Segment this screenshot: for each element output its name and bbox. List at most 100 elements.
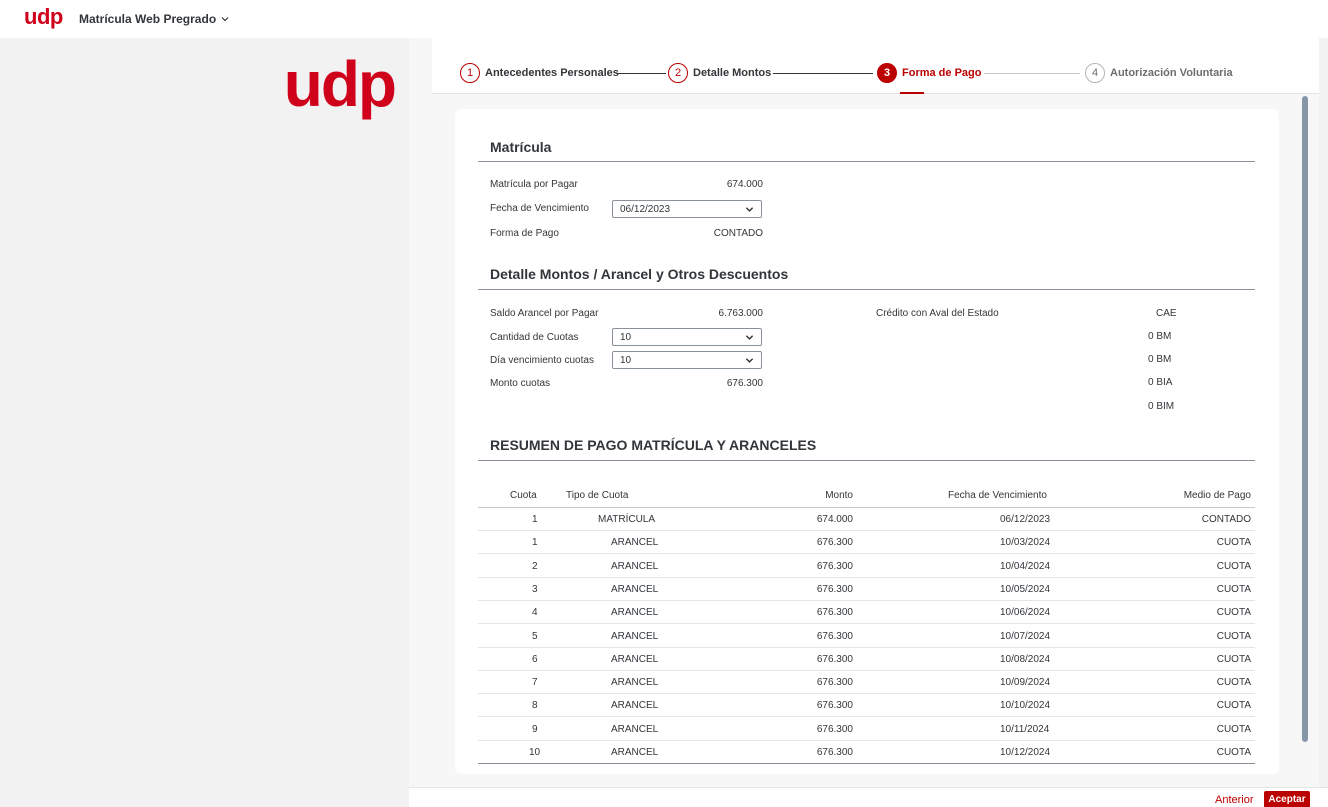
column-header-monto: Monto (825, 490, 853, 501)
step-label: Antecedentes Personales (485, 67, 619, 79)
cell-medio: CUOTA (1216, 607, 1251, 619)
shell-bar: udp Matrícula Web Pregrado (0, 0, 1328, 38)
app-title: Matrícula Web Pregrado (79, 12, 217, 26)
step-antecedentes[interactable]: 1 Antecedentes Personales (460, 63, 619, 83)
cell-fecha: 10/08/2024 (1000, 653, 1051, 665)
cell-tipo: ARANCEL (611, 630, 659, 642)
cell-tipo: ARANCEL (611, 583, 659, 595)
step-connector (773, 73, 873, 74)
step-number: 1 (460, 63, 480, 83)
cell-fecha: 06/12/2023 (1000, 514, 1051, 525)
left-panel: udp (10, 38, 409, 807)
anterior-button[interactable]: Anterior (1215, 794, 1254, 806)
row-divider (478, 553, 1255, 555)
row-divider (478, 763, 1255, 764)
scrollbar[interactable] (1302, 96, 1308, 742)
saldo-arancel-label: Saldo Arancel por Pagar (490, 308, 599, 319)
cell-medio: CUOTA (1216, 653, 1251, 665)
cell-fecha: 10/07/2024 (1000, 630, 1051, 642)
app-title-menu[interactable]: Matrícula Web Pregrado (79, 12, 230, 26)
udp-big-logo: udp (283, 48, 397, 120)
cell-tipo: ARANCEL (611, 607, 659, 619)
matricula-por-pagar-label: Matrícula por Pagar (490, 179, 578, 190)
cell-tipo: ARANCEL (611, 560, 659, 572)
cantidad-cuotas-value: 10 (620, 331, 632, 343)
cell-medio: CUOTA (1216, 723, 1251, 735)
step-autorizacion[interactable]: 4 Autorización Voluntaria (1085, 63, 1233, 83)
cell-monto: 676.300 (816, 747, 853, 758)
wizard-progress: 1 Antecedentes Personales 2 Detalle Mont… (432, 38, 1319, 94)
step-forma-de-pago[interactable]: 3 Forma de Pago (877, 63, 981, 83)
section-divider (478, 161, 1255, 162)
matricula-por-pagar-value: 674.000 (726, 179, 763, 190)
monto-cuotas-label: Monto cuotas (490, 378, 551, 389)
row-divider (478, 623, 1255, 625)
step-detalle-montos[interactable]: 2 Detalle Montos (668, 63, 771, 83)
chevron-down-icon (221, 17, 229, 22)
step-connector (984, 73, 1080, 74)
row-divider (478, 530, 1255, 531)
cell-tipo: ARANCEL (611, 537, 659, 549)
cell-tipo: ARANCEL (611, 653, 659, 665)
column-header-tipo: Tipo de Cuota (566, 490, 629, 501)
row-divider (478, 739, 1255, 741)
monto-cuotas-value: 676.300 (726, 378, 763, 389)
cell-medio: CUOTA (1216, 537, 1251, 549)
cell-cuota: 3 (532, 583, 538, 595)
dia-vencimiento-select[interactable]: 10 (612, 351, 762, 369)
cell-cuota: 6 (532, 653, 538, 665)
cell-fecha: 10/09/2024 (1000, 677, 1051, 689)
row-divider (478, 576, 1255, 578)
cell-medio: CUOTA (1216, 583, 1251, 595)
cell-cuota: 2 (532, 560, 538, 572)
header-divider (478, 507, 1255, 508)
step-number: 4 (1085, 63, 1105, 83)
cell-tipo: ARANCEL (611, 677, 659, 689)
cell-medio: CUOTA (1216, 700, 1251, 712)
cell-medio: CONTADO (1201, 514, 1251, 525)
cell-cuota: 8 (532, 700, 538, 712)
cae-label: Crédito con Aval del Estado (876, 308, 999, 319)
cell-medio: CUOTA (1216, 747, 1251, 758)
udp-logo[interactable]: udp (24, 6, 63, 28)
chevron-down-icon (745, 357, 754, 363)
section-title-detalle: Detalle Montos / Arancel y Otros Descuen… (490, 266, 789, 282)
step-label: Detalle Montos (693, 67, 772, 79)
row-divider (478, 716, 1255, 718)
fecha-vencimiento-value: 06/12/2023 (620, 203, 671, 215)
aceptar-button[interactable]: Aceptar (1264, 791, 1310, 807)
cell-fecha: 10/05/2024 (1000, 583, 1051, 595)
benefit-value: 0 BIM (1148, 401, 1175, 412)
section-title-resumen: RESUMEN DE PAGO MATRÍCULA Y ARANCELES (490, 437, 817, 453)
column-header-medio: Medio de Pago (1183, 490, 1251, 501)
cae-value: CAE (1156, 308, 1177, 319)
step-connector (616, 73, 666, 74)
dia-vencimiento-label: Día vencimiento cuotas (490, 355, 594, 366)
column-header-cuota: Cuota (510, 490, 537, 501)
row-divider (478, 693, 1255, 695)
chevron-down-icon (745, 334, 754, 340)
row-divider (478, 646, 1255, 648)
cell-monto: 674.000 (816, 514, 853, 525)
fecha-vencimiento-select[interactable]: 06/12/2023 (612, 200, 762, 218)
saldo-arancel-value: 6.763.000 (718, 308, 764, 319)
cell-fecha: 10/11/2024 (1000, 723, 1050, 735)
cantidad-cuotas-select[interactable]: 10 (612, 328, 762, 346)
step-number: 2 (668, 63, 688, 83)
column-header-fecha: Fecha de Vencimiento (948, 490, 1047, 501)
step-label: Forma de Pago (902, 67, 982, 79)
cell-tipo: ARANCEL (611, 723, 659, 735)
cell-monto: 676.300 (816, 723, 853, 735)
forma-pago-label: Forma de Pago (490, 228, 559, 239)
cell-tipo: MATRÍCULA (598, 514, 656, 525)
row-divider (478, 669, 1255, 671)
step-label: Autorización Voluntaria (1110, 67, 1233, 79)
cell-fecha: 10/10/2024 (1000, 700, 1051, 712)
cell-cuota: 7 (532, 677, 538, 689)
cell-monto: 676.300 (816, 700, 853, 712)
cell-monto: 676.300 (816, 653, 853, 665)
cell-monto: 676.300 (816, 607, 853, 619)
active-step-indicator (900, 92, 924, 94)
cell-fecha: 10/04/2024 (1000, 560, 1051, 572)
benefit-value: 0 BM (1148, 354, 1172, 365)
